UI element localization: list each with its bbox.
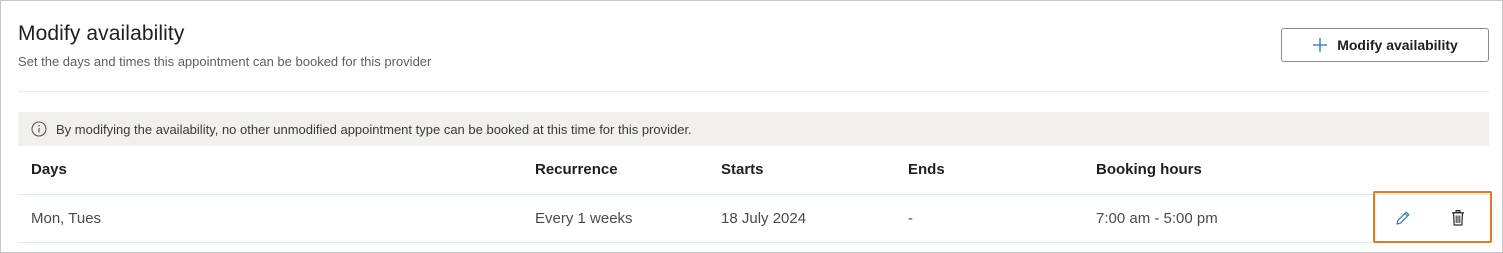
- cell-days: Mon, Tues: [31, 210, 102, 227]
- modify-availability-button-label: Modify availability: [1337, 37, 1458, 53]
- cell-ends: -: [908, 210, 913, 227]
- info-icon: [31, 121, 47, 137]
- page-subtitle: Set the days and times this appointment …: [18, 54, 432, 69]
- info-banner: By modifying the availability, no other …: [18, 112, 1489, 146]
- table-row: Mon, Tues Every 1 weeks 18 July 2024 - 7…: [18, 196, 1489, 243]
- row-actions-highlight: [1373, 191, 1492, 243]
- edit-icon[interactable]: [1392, 207, 1414, 229]
- column-header-ends: Ends: [908, 161, 945, 178]
- column-header-starts: Starts: [721, 161, 764, 178]
- cell-booking-hours: 7:00 am - 5:00 pm: [1096, 210, 1218, 227]
- plus-icon: [1312, 37, 1328, 53]
- cell-starts: 18 July 2024: [721, 210, 807, 227]
- column-header-booking-hours: Booking hours: [1096, 161, 1202, 178]
- cell-recurrence: Every 1 weeks: [535, 210, 633, 227]
- header-divider: [18, 91, 1489, 92]
- table-header: Days Recurrence Starts Ends Booking hour…: [18, 151, 1489, 195]
- page-title: Modify availability: [18, 22, 185, 45]
- trash-icon[interactable]: [1447, 207, 1469, 229]
- modify-availability-button[interactable]: Modify availability: [1281, 28, 1489, 62]
- column-header-recurrence: Recurrence: [535, 161, 618, 178]
- info-message: By modifying the availability, no other …: [56, 121, 692, 137]
- column-header-days: Days: [31, 161, 67, 178]
- availability-panel: Modify availability Set the days and tim…: [0, 0, 1503, 253]
